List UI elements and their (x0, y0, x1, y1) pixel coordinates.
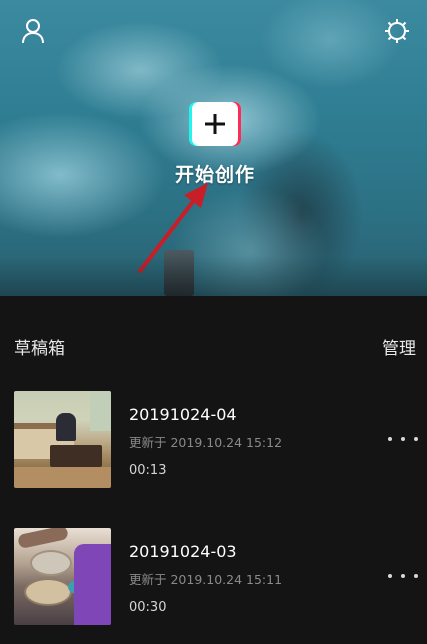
drafts-title: 草稿箱 (14, 339, 65, 359)
manage-button[interactable]: 管理 (382, 334, 416, 359)
settings-button[interactable] (382, 16, 412, 46)
draft-thumbnail[interactable] (14, 528, 111, 625)
profile-button[interactable] (18, 16, 48, 46)
more-horizontal-icon[interactable] (388, 566, 418, 586)
draft-duration: 00:13 (129, 463, 167, 478)
draft-thumbnail[interactable] (14, 391, 111, 488)
draft-name: 20191024-04 (129, 405, 237, 424)
draft-updated-time: 更新于 2019.10.24 15:12 (129, 435, 283, 450)
draft-updated-time: 更新于 2019.10.24 15:11 (129, 572, 283, 587)
smoke-flare-image (164, 250, 194, 296)
create-label[interactable]: 开始创作 (0, 160, 427, 187)
more-horizontal-icon[interactable] (388, 429, 418, 449)
gear-icon (385, 19, 409, 43)
app-screen: 开始创作 草稿箱 管理 20191024-04 更新于 2019.10.24 1… (0, 0, 427, 644)
hero-banner: 开始创作 (0, 0, 427, 296)
create-button[interactable] (192, 102, 238, 146)
draft-name: 20191024-03 (129, 542, 237, 561)
draft-duration: 00:30 (129, 600, 167, 615)
drafts-header: 草稿箱 管理 (0, 296, 427, 392)
plus-icon (205, 114, 225, 134)
draft-item[interactable]: 20191024-03 更新于 2019.10.24 15:11 00:30 (0, 528, 427, 628)
draft-item[interactable]: 20191024-04 更新于 2019.10.24 15:12 00:13 (0, 391, 427, 491)
user-outline-icon (22, 19, 44, 44)
annotation-arrow (138, 183, 208, 273)
